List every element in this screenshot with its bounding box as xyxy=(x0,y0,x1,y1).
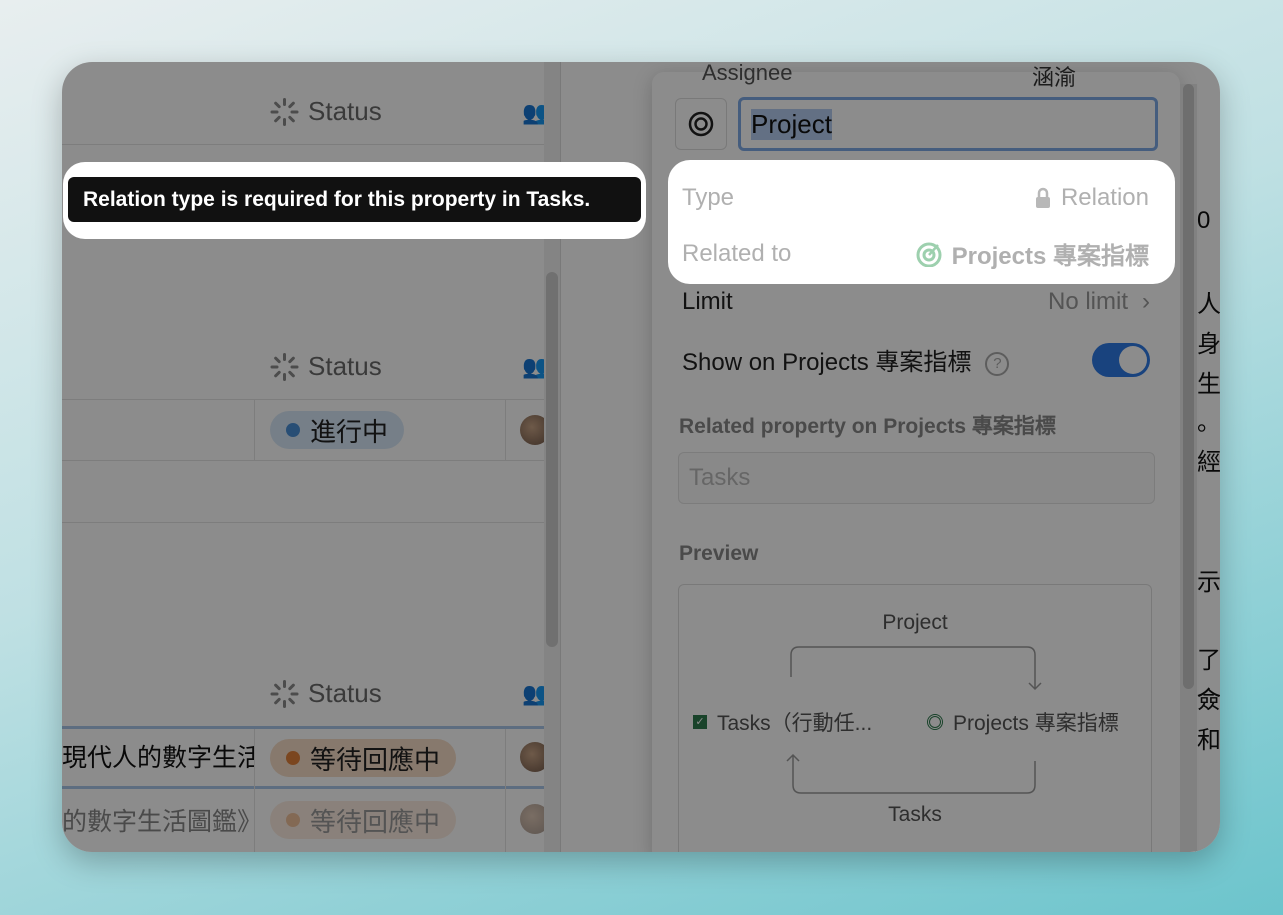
type-row: Type Relation xyxy=(682,184,1149,211)
lock-icon xyxy=(1035,187,1050,208)
relation-info-highlight: Type Relation Related to Projects 專案指標 xyxy=(668,160,1175,284)
tooltip: Relation type is required for this prope… xyxy=(68,177,641,222)
target-icon xyxy=(916,242,942,267)
tooltip-highlight: Relation type is required for this prope… xyxy=(63,162,646,239)
related-to-row[interactable]: Related to Projects 專案指標 xyxy=(682,236,1149,271)
